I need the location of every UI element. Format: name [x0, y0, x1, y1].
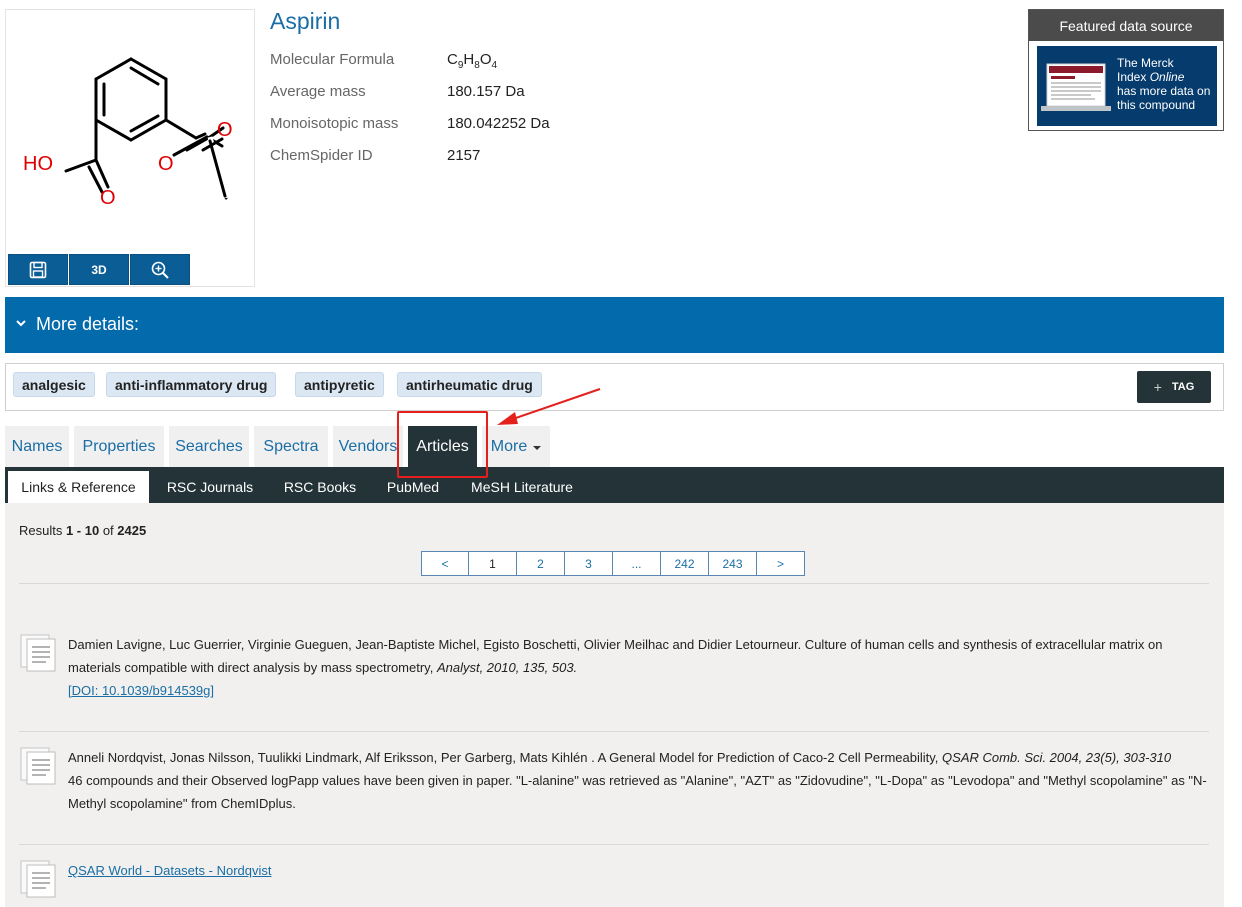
- aspirin-structure-drawing: HO O O O: [23, 57, 233, 209]
- page-ellipsis: ...: [613, 551, 661, 576]
- structure-image-panel: HO O O O 3D: [5, 9, 255, 287]
- caret-down-icon: [533, 445, 542, 450]
- tag-anti-inflammatory-drug[interactable]: anti-inflammatory drug: [106, 372, 277, 397]
- page-button-1[interactable]: 1: [469, 551, 517, 576]
- subtab-rsc-books[interactable]: RSC Books: [271, 471, 369, 503]
- compound-title: Aspirin: [270, 8, 341, 34]
- article-doi-link[interactable]: [DOI: 10.1039/b914539g]: [68, 683, 214, 698]
- article-entry: Damien Lavigne, Luc Guerrier, Virginie G…: [68, 633, 1208, 702]
- molecular-formula-value: C9H8O4: [447, 51, 498, 71]
- plus-icon: +: [1153, 379, 1162, 395]
- article-subtabs: Links & Reference RSC Journals RSC Books…: [5, 467, 1224, 503]
- chevron-down-icon: [16, 320, 26, 327]
- more-details-label: More details:: [36, 314, 140, 334]
- merck-promo-text: The Merck Index Online has more data on …: [1117, 56, 1211, 112]
- page-button-3[interactable]: 3: [565, 551, 613, 576]
- add-tag-button[interactable]: + TAG: [1137, 371, 1211, 403]
- highlight-box: [397, 411, 488, 478]
- average-mass-label: Average mass: [270, 83, 366, 100]
- view-3d-label: 3D: [91, 262, 107, 277]
- page-button-243[interactable]: 243: [709, 551, 757, 576]
- divider: [19, 583, 1209, 584]
- add-tag-label: TAG: [1171, 381, 1195, 393]
- chemspider-id-label: ChemSpider ID: [270, 147, 373, 164]
- zoom-in-icon: [151, 261, 169, 279]
- average-mass-value: 180.157 Da: [447, 83, 525, 100]
- monoisotopic-mass-label: Monoisotopic mass: [270, 115, 399, 132]
- tags-panel: analgesic anti-inflammatory drug antipyr…: [5, 363, 1224, 411]
- tag-analgesic[interactable]: analgesic: [13, 372, 95, 397]
- tab-more-dropdown[interactable]: More: [482, 426, 550, 467]
- qsar-world-link[interactable]: QSAR World - Datasets - Nordqvist: [68, 863, 271, 878]
- zoom-structure-button[interactable]: [130, 254, 190, 285]
- molecular-formula-label: Molecular Formula: [270, 51, 395, 68]
- article-authors-title: Damien Lavigne, Luc Guerrier, Virginie G…: [68, 637, 1163, 675]
- articles-content: Results 1 - 10 of 2425 < 1 2 3 ... 242 2…: [5, 503, 1224, 907]
- tab-names[interactable]: Names: [5, 426, 69, 467]
- article-entry: Anneli Nordqvist, Jonas Nilsson, Tuulikk…: [68, 746, 1208, 815]
- page-next-button[interactable]: >: [757, 551, 805, 576]
- divider: [19, 731, 1209, 732]
- more-details-toggle[interactable]: More details:: [5, 297, 1224, 353]
- view-3d-button[interactable]: 3D: [69, 254, 129, 285]
- tab-more-label: More: [490, 437, 528, 455]
- page-prev-button[interactable]: <: [421, 551, 469, 576]
- tag-antipyretic[interactable]: antipyretic: [295, 372, 384, 397]
- monoisotopic-mass-value: 180.042252 Da: [447, 115, 550, 132]
- annotation-arrow-icon: [497, 388, 601, 425]
- tab-searches[interactable]: Searches: [169, 426, 249, 467]
- results-count: Results 1 - 10 of 2425: [19, 523, 147, 538]
- subtab-rsc-journals[interactable]: RSC Journals: [155, 471, 265, 503]
- document-icon: [20, 747, 56, 785]
- article-citation: QSAR Comb. Sci. 2004, 23(5), 303-310: [942, 750, 1172, 765]
- chemspider-id-value: 2157: [447, 147, 481, 164]
- oxygen-label: O: [217, 119, 233, 141]
- save-structure-button[interactable]: [8, 254, 68, 285]
- subtab-links-reference[interactable]: Links & Reference: [8, 471, 149, 503]
- floppy-disk-icon: [29, 261, 47, 278]
- document-icon: [20, 634, 56, 672]
- featured-data-source: Featured data source The Merck Index Onl…: [1028, 9, 1224, 131]
- document-icon: [20, 860, 56, 898]
- divider: [19, 844, 1209, 845]
- laptop-icon: [1041, 63, 1111, 111]
- page-button-2[interactable]: 2: [517, 551, 565, 576]
- tab-spectra[interactable]: Spectra: [254, 426, 328, 467]
- oxygen-label: O: [100, 187, 116, 209]
- article-entry: QSAR World - Datasets - Nordqvist: [68, 859, 1208, 882]
- page-button-242[interactable]: 242: [661, 551, 709, 576]
- tab-properties[interactable]: Properties: [74, 426, 164, 467]
- pagination: < 1 2 3 ... 242 243 >: [421, 551, 805, 576]
- article-citation: Analyst, 2010, 135, 503.: [436, 660, 578, 675]
- article-note: 46 compounds and their Observed logPapp …: [68, 773, 1207, 811]
- oxygen-label: O: [158, 153, 174, 175]
- hydroxyl-label: HO: [23, 153, 53, 175]
- featured-title: Featured data source: [1029, 10, 1223, 41]
- tab-vendors[interactable]: Vendors: [333, 426, 403, 467]
- merck-index-banner[interactable]: The Merck Index Online has more data on …: [1037, 46, 1217, 126]
- article-authors-title: Anneli Nordqvist, Jonas Nilsson, Tuulikk…: [68, 750, 943, 765]
